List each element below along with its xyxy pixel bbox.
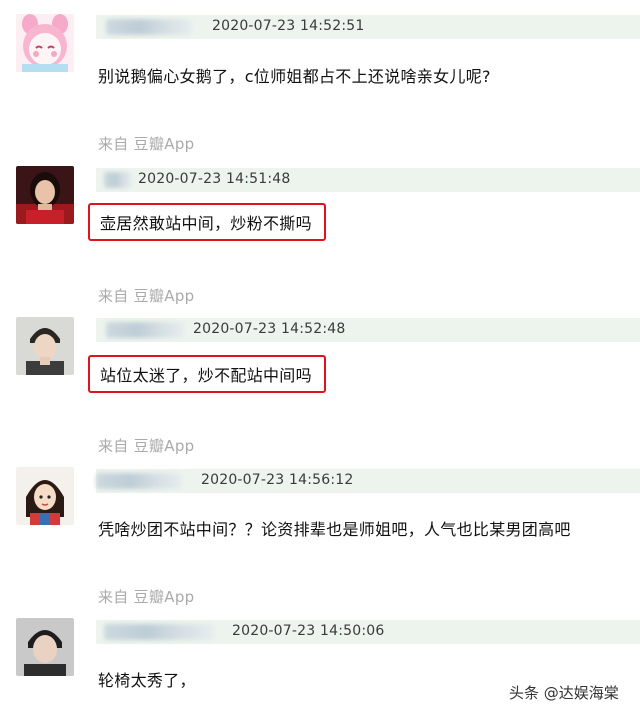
comment-text: 凭啥炒团不站中间？？论资排辈也是师姐吧，人气也比某男团高吧 bbox=[98, 520, 571, 539]
comment-timestamp: 2020-07-23 14:50:06 bbox=[232, 623, 385, 639]
username-blurred[interactable] bbox=[106, 322, 184, 338]
woman-portrait-avatar-icon[interactable] bbox=[16, 166, 74, 224]
man-portrait-avatar-icon[interactable] bbox=[16, 317, 74, 375]
comment-source: 来自 豆瓣App bbox=[98, 588, 195, 606]
comment-meta-bar: 2020-07-23 14:51:48 bbox=[96, 168, 640, 192]
comment-meta-bar: 2020-07-23 14:50:06 bbox=[96, 620, 640, 644]
username-blurred[interactable] bbox=[104, 172, 132, 188]
comment-meta-bar: 2020-07-23 14:52:48 bbox=[96, 318, 640, 342]
cartoon-girl-avatar-icon[interactable] bbox=[16, 467, 74, 525]
comment-screenshot: { "comments": [ { "avatar_icon": "anime-… bbox=[0, 0, 640, 715]
highlighted-comment-text: 站位太迷了，炒不配站中间吗 bbox=[88, 355, 326, 393]
comment-timestamp: 2020-07-23 14:51:48 bbox=[138, 171, 291, 187]
anime-pink-bunny-avatar-icon[interactable] bbox=[16, 14, 74, 72]
username-blurred[interactable] bbox=[96, 473, 182, 489]
comment-meta-bar: 2020-07-23 14:56:12 bbox=[96, 469, 640, 493]
comment-meta-bar: 2020-07-23 14:52:51 bbox=[96, 15, 640, 39]
comment-source: 来自 豆瓣App bbox=[98, 135, 195, 153]
toutiao-watermark: 头条 @达娱海棠 bbox=[509, 684, 619, 702]
comment-text: 别说鹅偏心女鹅了，c位师姐都占不上还说啥亲女儿呢? bbox=[98, 67, 491, 86]
comment-source: 来自 豆瓣App bbox=[98, 287, 195, 305]
comment-timestamp: 2020-07-23 14:52:51 bbox=[212, 18, 365, 34]
username-blurred[interactable] bbox=[104, 624, 214, 640]
comment-source: 来自 豆瓣App bbox=[98, 437, 195, 455]
comment-text: 轮椅太秀了， bbox=[98, 671, 196, 690]
young-man-portrait-avatar-icon[interactable] bbox=[16, 618, 74, 676]
comment-timestamp: 2020-07-23 14:56:12 bbox=[201, 472, 354, 488]
comment-timestamp: 2020-07-23 14:52:48 bbox=[193, 321, 346, 337]
username-blurred[interactable] bbox=[106, 19, 192, 35]
highlighted-comment-text: 壶居然敢站中间，炒粉不撕吗 bbox=[88, 203, 326, 241]
